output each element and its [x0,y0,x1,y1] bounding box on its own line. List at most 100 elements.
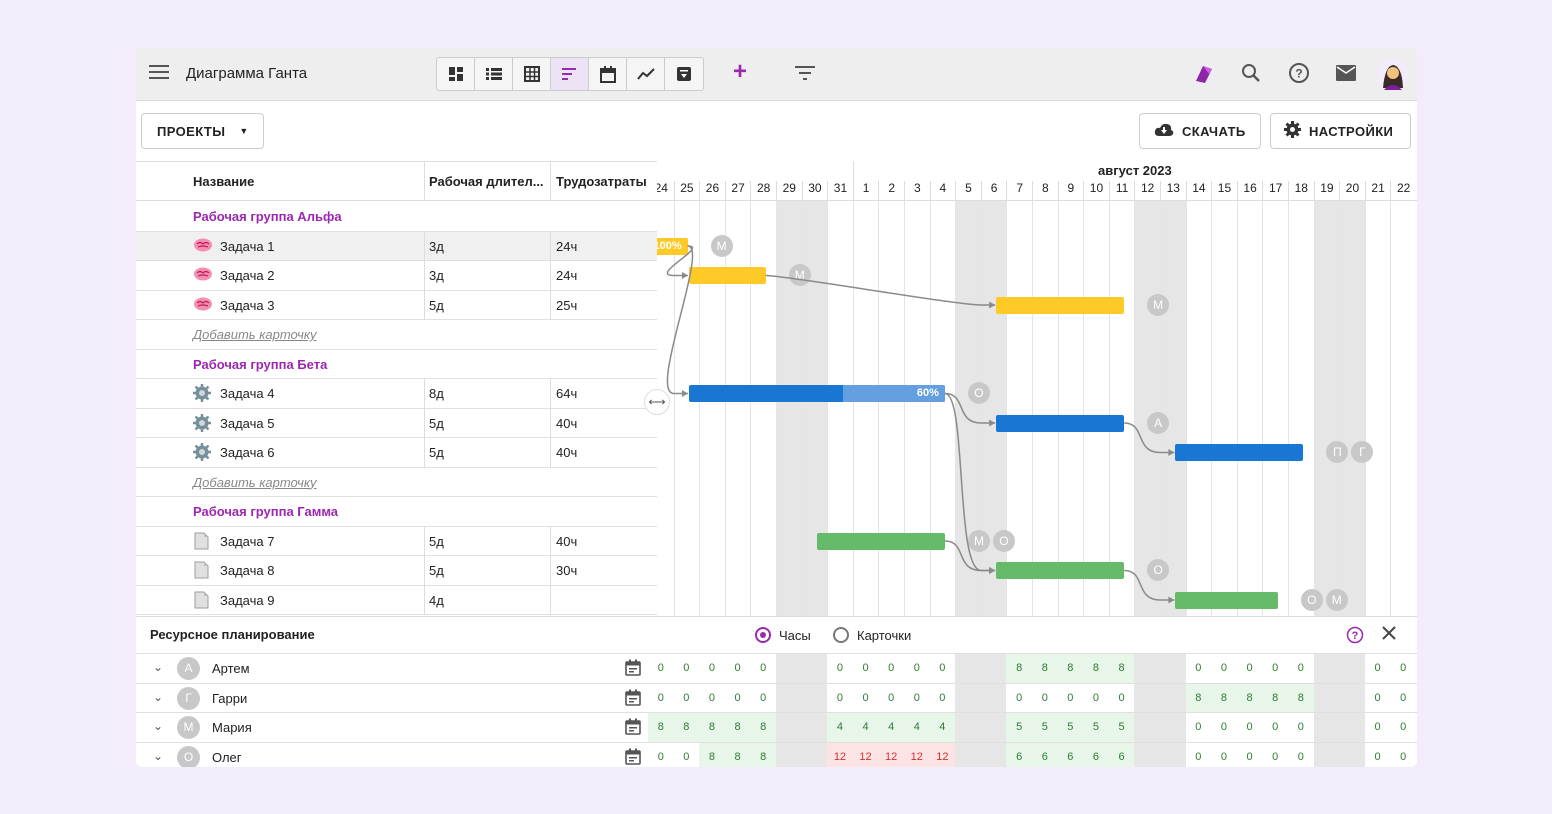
hours-cell: 0 [1272,721,1279,733]
chevron-down-icon[interactable]: ⌄ [153,690,163,704]
calendar-view-icon[interactable] [589,58,627,90]
hours-cell: 0 [1374,691,1381,704]
hours-cell: 0 [1374,750,1381,763]
column-name-header[interactable]: Название [193,174,254,189]
gantt-view-icon[interactable] [551,58,589,90]
task-duration: 5д [429,533,444,549]
add-icon[interactable]: + [733,60,747,84]
hours-cell: 5 [1108,713,1135,742]
hours-cell: 12 [929,742,956,767]
hours-cell: 0 [1220,721,1227,733]
download-button[interactable]: СКАЧАТЬ [1139,113,1261,149]
task-row[interactable]: Задача 3 5д 25ч [136,291,657,320]
help-icon[interactable]: ? [1288,62,1310,89]
document-icon [193,591,213,609]
task-row[interactable]: Задача 7 5д 40ч [136,527,657,556]
hours-cell [1134,683,1160,713]
hours-cell: 0 [1220,662,1227,674]
task-row[interactable]: Задача 5 5д 40ч [136,409,657,438]
archive-view-icon[interactable] [665,58,703,90]
mode-hours-radio[interactable]: Часы [755,627,811,643]
logo-icon[interactable] [1193,63,1215,90]
calendar-icon[interactable] [625,689,641,709]
task-effort: 40ч [556,533,578,549]
task-effort: 40ч [556,415,578,431]
hours-cell [1339,742,1365,767]
chevron-down-icon[interactable]: ⌄ [153,749,163,763]
radio-checked-icon [755,627,771,643]
hours-cell: 8 [724,713,751,742]
hours-cell [801,683,828,713]
group-row[interactable]: Рабочая группа Альфа [136,202,657,232]
hours-cell: 8 [1108,654,1135,683]
calendar-icon[interactable] [625,718,641,738]
gear-icon [1284,121,1301,141]
column-duration-header[interactable]: Рабочая длител... [429,174,544,189]
task-row[interactable]: Задача 2 3д 24ч [136,261,657,291]
hours-cell [1339,683,1365,713]
user-avatar[interactable] [1377,58,1409,95]
hours-cell: 6 [1083,742,1109,767]
arrow-head-icon [1168,596,1175,604]
hours-cell [1313,683,1340,713]
task-row[interactable]: Задача 1 3д 24ч [136,231,657,261]
task-duration: 5д [429,415,444,431]
hours-cell: 0 [734,662,741,674]
chevron-down-icon[interactable]: ⌄ [153,660,163,674]
list-view-icon[interactable] [475,58,513,90]
filter-icon[interactable] [795,66,815,85]
task-row[interactable]: Задача 9 4д [136,586,657,615]
hours-cell: 0 [1246,750,1253,763]
chart-view-icon[interactable] [627,58,665,90]
dashboard-view-icon[interactable] [437,58,475,90]
task-name: Задача 1 [220,238,275,254]
help-icon[interactable]: ? [1346,626,1364,649]
group-row[interactable]: Рабочая группа Гамма [136,497,657,527]
group-row[interactable]: Рабочая группа Бета [136,350,657,379]
mode-cards-radio[interactable]: Карточки [833,627,911,643]
chevron-down-icon[interactable]: ⌄ [153,719,163,733]
hours-cell: 4 [929,713,956,742]
hours-cell: 0 [734,691,741,704]
table-view-icon[interactable] [513,58,551,90]
hours-cell: 0 [1297,721,1304,733]
resource-row: ⌄ А Артем 0000000000888880000000 [136,653,1417,683]
hours-cell: 0 [1195,721,1202,733]
avatar: М [177,716,200,739]
resource-name: Артем [212,661,250,676]
hours-cell: 0 [1297,750,1304,763]
gantt-chart: 24 25 26 27 28 29 30 31 1 2 3 4 5 6 7 8 9 10 11 12 13 14 15 16 1… [657,161,1417,616]
column-effort-header[interactable]: Трудозатраты [556,174,647,189]
task-row[interactable]: Задача 4 8д 64ч [136,379,657,409]
settings-button[interactable]: НАСТРОЙКИ [1270,113,1411,149]
close-icon[interactable] [1382,626,1396,645]
hours-cell: 8 [1006,654,1032,683]
calendar-icon[interactable] [625,748,641,768]
hours-cell: 0 [836,662,843,674]
hours-cell: 6 [1108,742,1135,767]
search-icon[interactable] [1241,63,1261,88]
task-row[interactable]: Задача 6 5д 40ч [136,438,657,468]
task-row[interactable]: Задача 8 5д 30ч [136,556,657,586]
hours-cell: 0 [1016,691,1023,704]
hours-cell [776,683,802,713]
calendar-icon[interactable] [625,659,641,679]
add-card-link[interactable]: Добавить карточку [193,327,317,342]
hours-cell [1160,683,1186,713]
add-card-link[interactable]: Добавить карточку [193,475,317,490]
avatar: Г [177,686,200,710]
brain-icon [193,266,213,284]
hours-cell: 0 [1041,691,1048,704]
hours-cell [955,742,981,767]
hours-cell: 0 [913,662,920,674]
task-duration: 5д [429,297,444,313]
mail-icon[interactable] [1336,65,1356,86]
task-duration: 5д [429,445,444,460]
hours-cell: 0 [1400,691,1407,704]
projects-dropdown[interactable]: ПРОЕКТЫ ▼ [141,113,264,149]
hours-cell [801,654,828,683]
gear-icon [193,384,213,402]
menu-icon[interactable] [149,65,169,83]
task-effort: 40ч [556,445,578,460]
task-name: Задача 6 [220,445,275,460]
